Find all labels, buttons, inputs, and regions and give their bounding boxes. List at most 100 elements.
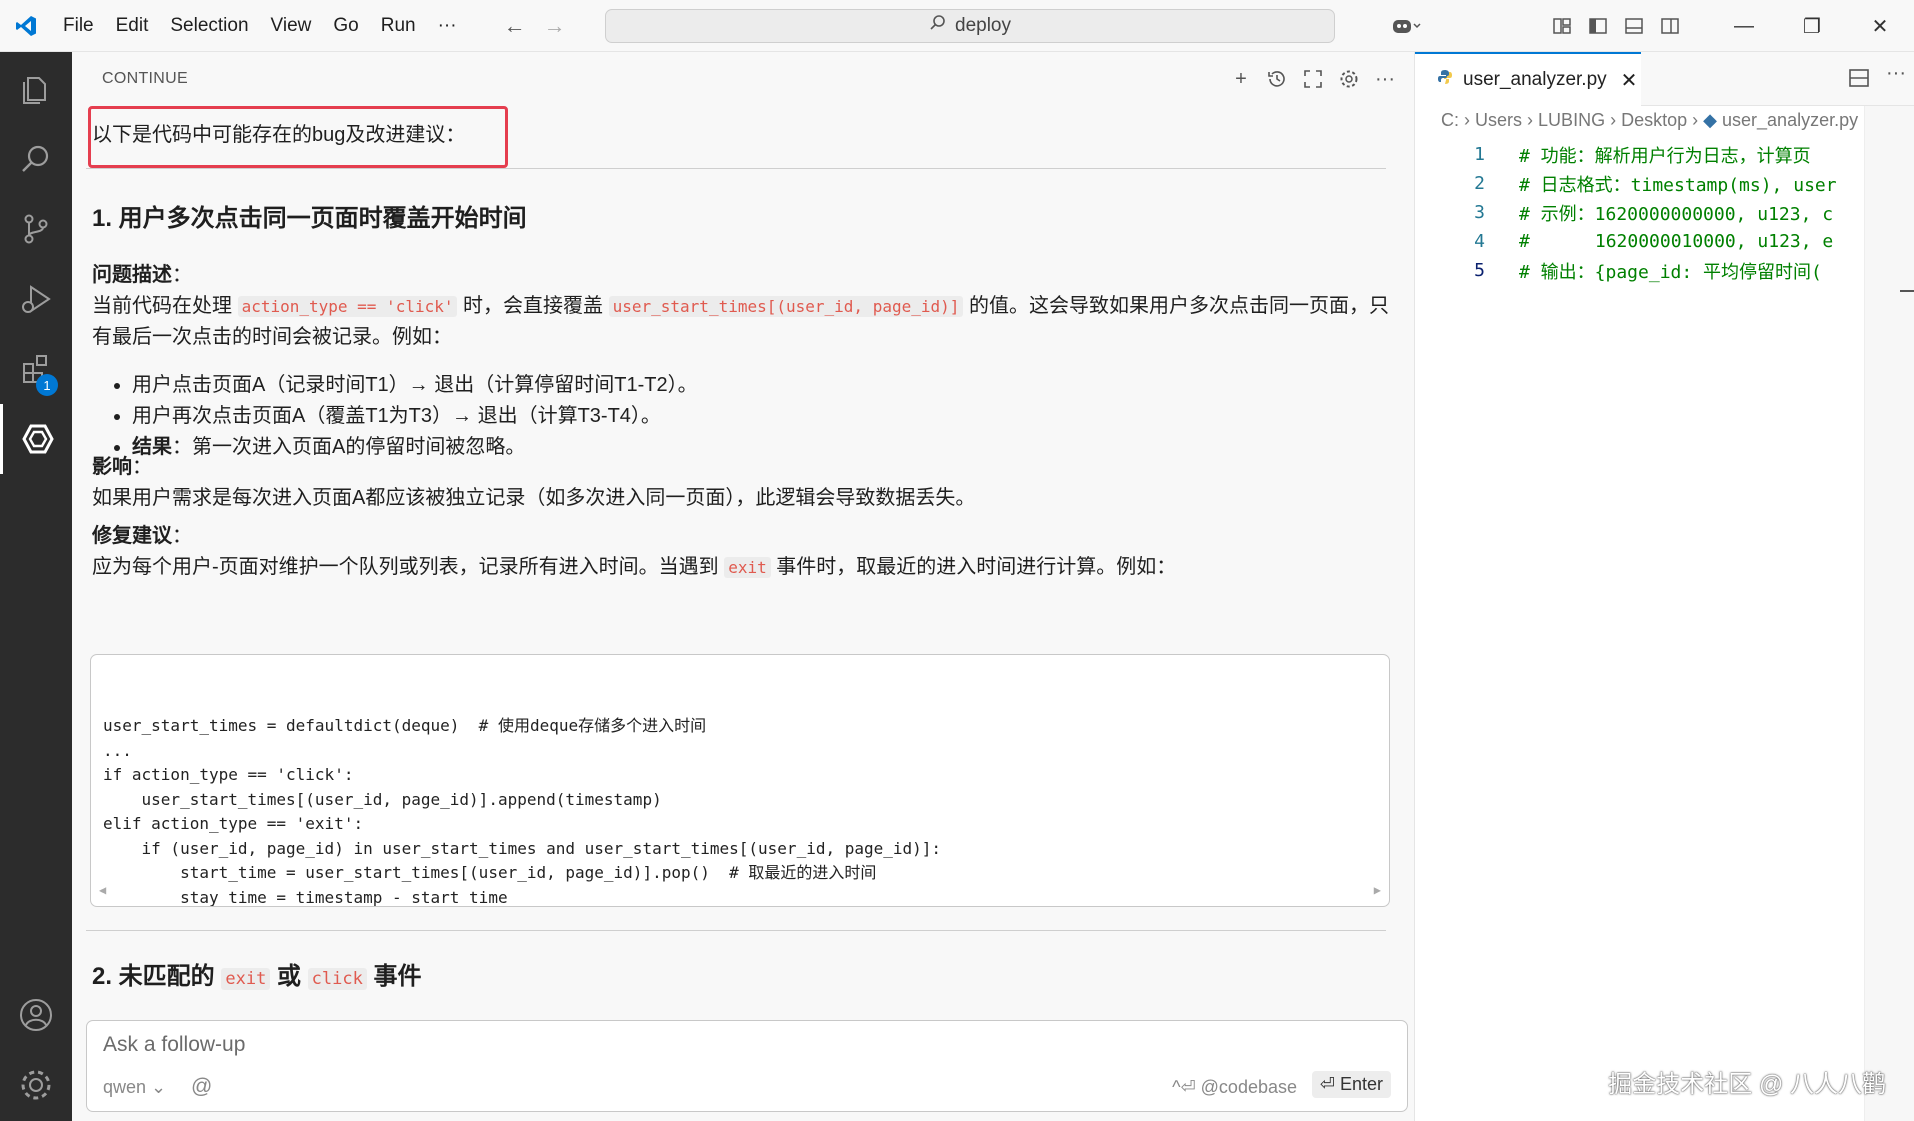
- minimap[interactable]: [1864, 106, 1914, 1121]
- toggle-panel-icon[interactable]: [1616, 16, 1652, 36]
- scroll-left-icon[interactable]: ◀: [99, 878, 106, 903]
- fullscreen-icon[interactable]: [1302, 68, 1324, 90]
- menu-bar: File Edit Selection View Go Run ···: [52, 0, 468, 52]
- editor-tab[interactable]: user_analyzer.py ✕: [1415, 52, 1641, 106]
- menu-edit[interactable]: Edit: [105, 15, 160, 37]
- inline-code: click: [307, 968, 367, 990]
- continue-extension-icon[interactable]: [0, 404, 72, 474]
- title-bar: File Edit Selection View Go Run ··· ← → …: [0, 0, 1914, 52]
- impact-text: 如果用户需求是每次进入页面A都应该被独立记录（如多次进入同一页面），此逻辑会导致…: [92, 487, 976, 509]
- code-line: 1 # 功能：解析用户行为日志，计算页: [1415, 140, 1837, 169]
- breadcrumb-item[interactable]: user_analyzer.py: [1722, 110, 1858, 130]
- line-number: 3: [1474, 202, 1485, 223]
- problem-text-part: 时，会直接覆盖: [457, 295, 609, 317]
- account-icon[interactable]: [0, 980, 72, 1050]
- menu-go[interactable]: Go: [322, 15, 369, 37]
- line-text: # 1620000010000, u123, e: [1519, 231, 1834, 252]
- watermark-text: 掘金技术社区 @ 八人八鹳: [1608, 1071, 1886, 1098]
- code-line: 3 # 示例：1620000000000, u123, c: [1415, 198, 1837, 227]
- code-block[interactable]: user_start_times = defaultdict(deque) # …: [90, 654, 1390, 907]
- fix-colon: ：: [172, 525, 192, 547]
- toggle-secondary-sidebar-icon[interactable]: [1652, 16, 1688, 36]
- menu-selection[interactable]: Selection: [159, 15, 259, 37]
- chevron-right-icon: ›: [1610, 110, 1622, 130]
- model-name: qwen: [103, 1077, 147, 1097]
- line-text: # 输出：{page_id: 平均停留时间(: [1519, 261, 1822, 283]
- history-icon[interactable]: [1266, 68, 1288, 90]
- line-number: 1: [1474, 144, 1485, 165]
- follow-up-input[interactable]: Ask a follow-up qwen ⌄ @ ^⏎ @codebase ⏎ …: [86, 1020, 1408, 1112]
- line-text: # 示例：1620000000000, u123, c: [1519, 203, 1834, 225]
- response-intro: 以下是代码中可能存在的bug及改进建议：: [92, 124, 466, 146]
- close-window-icon[interactable]: ✕: [1846, 14, 1914, 39]
- breadcrumb-item[interactable]: Users: [1475, 110, 1522, 130]
- manage-gear-icon[interactable]: [0, 1050, 72, 1120]
- chevron-down-icon: ⌄: [151, 1077, 167, 1097]
- impact-section: 影响： 如果用户需求是每次进入页面A都应该被独立记录（如多次进入同一页面），此逻…: [92, 452, 1392, 514]
- inline-code: exit: [724, 557, 771, 578]
- breadcrumb-item[interactable]: LUBING: [1538, 110, 1605, 130]
- editor-tab-bar: user_analyzer.py ✕ ···: [1415, 52, 1914, 106]
- problem-label: 问题描述: [92, 264, 172, 286]
- divider: [86, 168, 1386, 169]
- heading-text: 或: [270, 963, 308, 990]
- more-actions-icon[interactable]: ···: [1374, 68, 1396, 90]
- extensions-badge: 1: [36, 374, 58, 396]
- editor-more-icon[interactable]: ···: [1886, 62, 1906, 85]
- toggle-primary-sidebar-icon[interactable]: [1580, 16, 1616, 36]
- line-number: 4: [1474, 231, 1485, 252]
- model-selector[interactable]: qwen ⌄: [103, 1077, 166, 1098]
- search-view-icon[interactable]: [0, 124, 72, 194]
- code-line: 4 # 1620000010000, u123, e: [1415, 227, 1837, 256]
- title-bar-right: — ❐ ✕: [1378, 0, 1914, 52]
- mention-button[interactable]: @: [191, 1075, 212, 1099]
- chevron-right-icon: ›: [1464, 110, 1476, 130]
- copilot-icon[interactable]: [1378, 16, 1434, 36]
- editor-area: user_analyzer.py ✕ ··· C: › Users › LUBI…: [1414, 52, 1914, 1121]
- customize-layout-icon[interactable]: [1544, 16, 1580, 36]
- maximize-window-icon[interactable]: ❐: [1778, 14, 1846, 39]
- code-lines[interactable]: 1 # 功能：解析用户行为日志，计算页 2 # 日志格式：timestamp(ms)…: [1415, 140, 1837, 285]
- minimize-window-icon[interactable]: —: [1710, 15, 1778, 38]
- panel-header: CONTINUE + ···: [72, 52, 1414, 106]
- scroll-right-icon[interactable]: ▶: [1374, 878, 1381, 903]
- list-item: 用户点击页面A（记录时间T1）→ 退出（计算停留时间T1-T2）。: [132, 370, 698, 401]
- settings-gear-icon[interactable]: [1338, 68, 1360, 90]
- fix-section: 修复建议： 应为每个用户-页面对维护一个队列或列表，记录所有进入时间。当遇到 e…: [92, 521, 1392, 583]
- forward-arrow-icon[interactable]: →: [544, 13, 566, 39]
- scrollbar-marker: [1900, 290, 1914, 292]
- run-debug-icon[interactable]: [0, 264, 72, 334]
- problem-colon: ：: [172, 264, 192, 286]
- menu-more[interactable]: ···: [427, 15, 468, 37]
- python-file-icon: [1437, 69, 1453, 91]
- impact-colon: ：: [132, 456, 152, 478]
- chevron-right-icon: ›: [1692, 110, 1704, 130]
- code-line: 5 # 输出：{page_id: 平均停留时间(: [1415, 256, 1837, 285]
- vscode-logo-icon: [0, 0, 52, 52]
- breadcrumb-item[interactable]: Desktop: [1621, 110, 1687, 130]
- continue-panel: CONTINUE + ··· 以下是代码中可能存在的bug及改进建议： 1. 用…: [72, 52, 1414, 1121]
- close-tab-icon[interactable]: ✕: [1621, 68, 1638, 93]
- problem-section: 问题描述： 当前代码在处理 action_type == 'click' 时，会…: [92, 260, 1392, 353]
- enter-button[interactable]: ⏎ Enter: [1311, 1071, 1391, 1098]
- new-session-icon[interactable]: +: [1230, 68, 1252, 90]
- explorer-icon[interactable]: [0, 54, 72, 124]
- menu-run[interactable]: Run: [370, 15, 427, 37]
- section-heading-2: 2. 未匹配的 exit 或 click 事件: [92, 956, 422, 991]
- breadcrumb: C: › Users › LUBING › Desktop › ◆ user_a…: [1441, 110, 1858, 131]
- code-line: 2 # 日志格式：timestamp(ms), user: [1415, 169, 1837, 198]
- source-control-icon[interactable]: [0, 194, 72, 264]
- inline-code: user_start_times[(user_id, page_id)]: [608, 296, 964, 317]
- follow-up-placeholder[interactable]: Ask a follow-up: [103, 1033, 245, 1057]
- menu-view[interactable]: View: [260, 15, 323, 37]
- command-center-search[interactable]: deploy: [605, 9, 1335, 43]
- extensions-icon[interactable]: 1: [0, 334, 72, 404]
- line-text: # 日志格式：timestamp(ms), user: [1519, 174, 1837, 196]
- breadcrumb-item[interactable]: C:: [1441, 110, 1459, 130]
- menu-file[interactable]: File: [52, 15, 105, 37]
- back-arrow-icon[interactable]: ←: [504, 13, 526, 39]
- code-content: user_start_times = defaultdict(deque) # …: [103, 716, 942, 907]
- codebase-hint[interactable]: ^⏎ @codebase: [1172, 1077, 1297, 1098]
- split-editor-icon[interactable]: [1848, 68, 1870, 93]
- python-file-icon: ◆: [1703, 110, 1717, 130]
